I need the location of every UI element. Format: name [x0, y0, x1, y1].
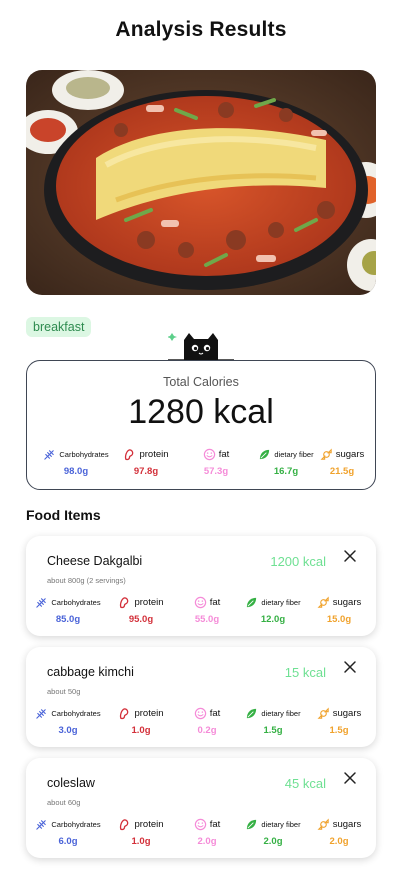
food-item-portion: about 60g — [47, 798, 81, 807]
food-items-title: Food Items — [26, 507, 101, 523]
summary-sugars: sugars 21.5g — [307, 446, 377, 477]
carbohydrates: Carbohydrates 6.0g — [33, 816, 103, 847]
fat: fat 2.0g — [172, 816, 242, 847]
leaf-icon — [260, 449, 270, 459]
sugars-value: 2.0g — [329, 836, 349, 847]
protein-value: 1.0g — [131, 725, 151, 736]
carbohydrates-value: 3.0g — [58, 725, 78, 736]
food-item-kcal: 1200 kcal — [270, 554, 326, 569]
summary-nutrients: Carbohydrates 98.0g protein 97.8g fat 57… — [27, 446, 375, 480]
fat-value: 55.0g — [194, 614, 220, 625]
page-title: Analysis Results — [115, 18, 287, 41]
summary-protein-value: 97.8g — [133, 466, 159, 477]
protein-icon — [125, 448, 134, 460]
protein: protein 1.0g — [106, 816, 176, 847]
summary-fat-value: 57.3g — [203, 466, 229, 477]
wheat-icon — [44, 449, 55, 460]
food-item-portion: about 50g — [47, 687, 81, 696]
candy-icon — [317, 596, 329, 608]
food-item-card[interactable]: coleslaw 45 kcal about 60g Carbohydrates… — [26, 758, 376, 858]
dietary-fiber: dietary fiber 2.0g — [238, 816, 308, 847]
total-calories-value: 1280 kcal — [128, 393, 274, 431]
carbohydrates: Carbohydrates 85.0g — [33, 594, 103, 625]
food-item-name: coleslaw — [47, 776, 95, 790]
fat-icon — [203, 448, 215, 460]
meal-type-tag[interactable]: breakfast — [26, 317, 92, 337]
protein-value: 1.0g — [131, 836, 151, 847]
sugars-value: 15.0g — [326, 614, 352, 625]
fat-icon — [194, 596, 206, 608]
cat-mascot-icon — [167, 330, 234, 362]
fat: fat 0.2g — [172, 705, 242, 736]
candy-icon — [320, 448, 332, 460]
sugars: sugars 15.0g — [304, 594, 374, 625]
food-item-name: cabbage kimchi — [47, 665, 134, 679]
food-item-nutrients: Carbohydrates 85.0g protein 95.0g fat 55… — [26, 594, 376, 628]
dietary-fiber-value: 1.5g — [263, 725, 283, 736]
close-icon[interactable] — [342, 770, 358, 786]
protein: protein 95.0g — [106, 594, 176, 625]
total-calories-label: Total Calories — [163, 375, 239, 389]
wheat-icon — [36, 597, 47, 608]
food-item-kcal: 45 kcal — [284, 776, 326, 791]
protein-value: 95.0g — [128, 614, 154, 625]
carbohydrates: Carbohydrates 3.0g — [33, 705, 103, 736]
summary-protein: protein 97.8g — [111, 446, 181, 477]
food-item-nutrients: Carbohydrates 3.0g protein 1.0g fat 0.2g… — [26, 705, 376, 739]
carbohydrates-value: 85.0g — [55, 614, 81, 625]
leaf-icon — [247, 597, 257, 607]
fat-value: 2.0g — [197, 836, 217, 847]
close-icon[interactable] — [342, 548, 358, 564]
protein: protein 1.0g — [106, 705, 176, 736]
sugars-value: 1.5g — [329, 725, 349, 736]
food-item-portion: about 800g (2 servings) — [47, 576, 126, 585]
carbohydrates-value: 6.0g — [58, 836, 78, 847]
dietary-fiber-value: 2.0g — [263, 836, 283, 847]
dietary-fiber-value: 12.0g — [260, 614, 286, 625]
leaf-icon — [247, 708, 257, 718]
food-item-card[interactable]: Cheese Dakgalbi 1200 kcal about 800g (2 … — [26, 536, 376, 636]
protein-icon — [120, 596, 129, 608]
summary-sugars-value: 21.5g — [329, 466, 355, 477]
fat-icon — [194, 818, 206, 830]
fat-icon — [194, 707, 206, 719]
food-item-card[interactable]: cabbage kimchi 15 kcal about 50g Carbohy… — [26, 647, 376, 747]
wheat-icon — [36, 708, 47, 719]
protein-icon — [120, 818, 129, 830]
summary-carbohydrates: Carbohydrates 98.0g — [41, 446, 111, 477]
protein-icon — [120, 707, 129, 719]
candy-icon — [317, 707, 329, 719]
summary-fat: fat 57.3g — [181, 446, 251, 477]
candy-icon — [317, 818, 329, 830]
fat-value: 0.2g — [197, 725, 217, 736]
total-calories-card: Total Calories 1280 kcal Carbohydrates 9… — [26, 360, 376, 490]
food-item-kcal: 15 kcal — [284, 665, 326, 680]
wheat-icon — [36, 819, 47, 830]
dietary-fiber: dietary fiber 12.0g — [238, 594, 308, 625]
dietary-fiber: dietary fiber 1.5g — [238, 705, 308, 736]
food-photo — [26, 70, 376, 295]
fat: fat 55.0g — [172, 594, 242, 625]
close-icon[interactable] — [342, 659, 358, 675]
food-item-name: Cheese Dakgalbi — [47, 554, 143, 568]
food-item-nutrients: Carbohydrates 6.0g protein 1.0g fat 2.0g… — [26, 816, 376, 850]
leaf-icon — [247, 819, 257, 829]
sugars: sugars 1.5g — [304, 705, 374, 736]
summary-carbohydrates-value: 98.0g — [63, 466, 89, 477]
sugars: sugars 2.0g — [304, 816, 374, 847]
